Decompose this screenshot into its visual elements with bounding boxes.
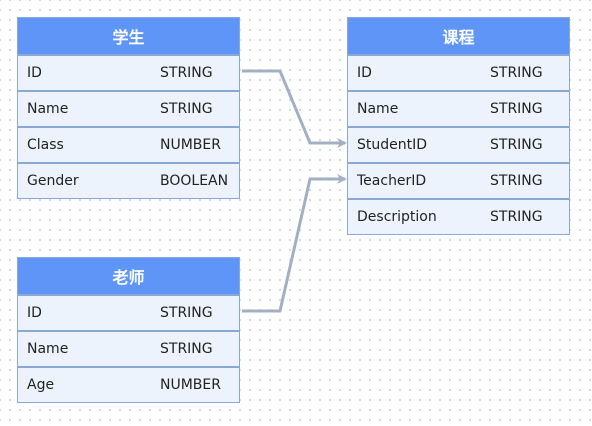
field-name: Gender (27, 173, 79, 189)
field-type: STRING (490, 65, 543, 81)
table-course[interactable]: 课程 ID STRING Name STRING StudentID STRING T… (347, 17, 570, 235)
field-type: STRING (160, 305, 213, 321)
field-name: Age (27, 377, 55, 393)
field-name: StudentID (357, 137, 428, 153)
table-row[interactable]: Name STRING (18, 90, 239, 126)
connector-student-id-to-studentid (242, 69, 347, 148)
field-name: Description (357, 209, 437, 225)
field-name: Name (27, 341, 69, 357)
field-type: NUMBER (160, 137, 221, 153)
field-name: Name (27, 101, 69, 117)
field-name: Name (357, 101, 399, 117)
table-teacher[interactable]: 老师 ID STRING Name STRING Age NUMBER (17, 257, 240, 403)
table-row[interactable]: ID STRING (18, 54, 239, 90)
table-row[interactable]: ID STRING (348, 54, 569, 90)
table-header: 课程 (348, 18, 569, 54)
field-type: BOOLEAN (160, 173, 229, 189)
field-type: STRING (490, 209, 543, 225)
field-name: TeacherID (357, 173, 427, 189)
table-row[interactable]: Name STRING (348, 90, 569, 126)
field-name: ID (27, 305, 42, 321)
table-row[interactable]: Class NUMBER (18, 126, 239, 162)
table-row[interactable]: ID STRING (18, 294, 239, 330)
table-row[interactable]: Name STRING (18, 330, 239, 366)
field-type: STRING (490, 173, 543, 189)
table-row[interactable]: Description STRING (348, 198, 569, 234)
field-type: STRING (490, 137, 543, 153)
table-header: 老师 (18, 258, 239, 294)
table-student[interactable]: 学生 ID STRING Name STRING Class NUMBER Gende… (17, 17, 240, 199)
field-name: ID (357, 65, 372, 81)
table-header: 学生 (18, 18, 239, 54)
table-row[interactable]: Gender BOOLEAN (18, 162, 239, 198)
field-name: ID (27, 65, 42, 81)
field-type: STRING (490, 101, 543, 117)
table-row[interactable]: TeacherID STRING (348, 162, 569, 198)
table-row[interactable]: StudentID STRING (348, 126, 569, 162)
field-type: STRING (160, 65, 213, 81)
field-type: STRING (160, 341, 213, 357)
table-row[interactable]: Age NUMBER (18, 366, 239, 402)
field-type: NUMBER (160, 377, 221, 393)
field-type: STRING (160, 101, 213, 117)
connector-teacher-id-to-teacherid (242, 174, 347, 313)
field-name: Class (27, 137, 64, 153)
